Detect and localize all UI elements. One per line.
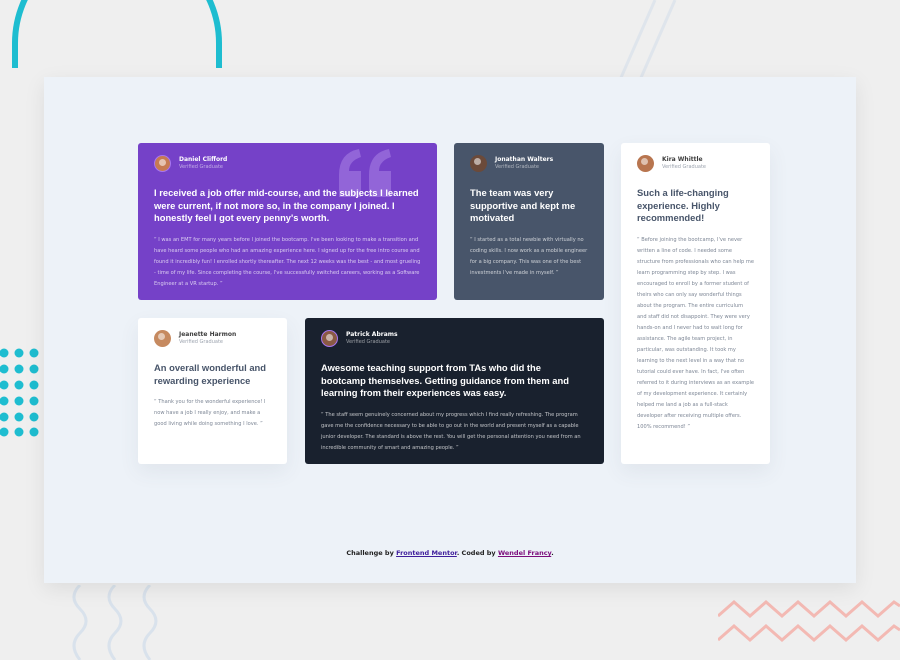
testimonials-panel: Daniel Clifford Verified Graduate I rece… — [44, 77, 856, 583]
attribution-prefix: Challenge by — [346, 549, 394, 557]
author-role: Verified Graduate — [179, 339, 223, 345]
testimonial-card-patrick: Patrick Abrams Verified Graduate Awesome… — [305, 318, 604, 464]
frontend-mentor-link[interactable]: Frontend Mentor — [396, 549, 457, 557]
author-role: Verified Graduate — [179, 164, 223, 170]
author-name: Patrick Abrams — [346, 331, 398, 338]
author-name: Jeanette Harmon — [179, 331, 237, 338]
author-link[interactable]: Wendel Francy — [498, 549, 551, 557]
testimonial-card-kira: Kira Whittle Verified Graduate Such a li… — [621, 143, 770, 464]
testimonial-text: “ I started as a total newbie with virtu… — [470, 236, 588, 276]
testimonial-text: “ Before joining the bootcamp, I've neve… — [637, 236, 754, 430]
testimonial-card-jonathan: Jonathan Walters Verified Graduate The t… — [454, 143, 604, 300]
testimonial-headline: I received a job offer mid-course, and t… — [154, 187, 419, 224]
attribution-suffix: . — [551, 549, 554, 557]
author-name: Daniel Clifford — [179, 156, 228, 163]
testimonial-text: “ I was an EMT for many years before I j… — [154, 236, 421, 287]
testimonial-headline: Such a life-changing experience. Highly … — [637, 187, 729, 224]
attribution-footer: Challenge by Frontend Mentor. Coded by W… — [44, 549, 856, 557]
decorative-arc — [12, 0, 222, 68]
testimonial-headline: Awesome teaching support from TAs who di… — [321, 362, 569, 399]
avatar — [321, 330, 338, 347]
avatar — [470, 155, 487, 172]
author-name: Kira Whittle — [662, 156, 703, 163]
decorative-dots — [0, 348, 39, 437]
decorative-slashes — [618, 0, 677, 80]
testimonial-author: Jeanette Harmon Verified Graduate — [154, 330, 271, 347]
avatar — [154, 330, 171, 347]
testimonial-author: Patrick Abrams Verified Graduate — [321, 330, 588, 347]
avatar — [637, 155, 654, 172]
author-role: Verified Graduate — [346, 339, 390, 345]
author-role: Verified Graduate — [495, 164, 539, 170]
testimonial-text: “ Thank you for the wonderful experience… — [154, 399, 266, 428]
decorative-squiggles — [72, 585, 158, 660]
testimonial-card-jeanette: Jeanette Harmon Verified Graduate An ove… — [138, 318, 287, 464]
testimonial-author: Jonathan Walters Verified Graduate — [470, 155, 588, 172]
avatar — [154, 155, 171, 172]
author-role: Verified Graduate — [662, 164, 706, 170]
testimonial-author: Daniel Clifford Verified Graduate — [154, 155, 421, 172]
attribution-middle: . Coded by — [456, 549, 496, 557]
testimonial-headline: The team was very supportive and kept me… — [470, 187, 576, 224]
decorative-zigzag — [718, 600, 900, 642]
author-name: Jonathan Walters — [495, 156, 554, 163]
testimonial-headline: An overall wonderful and rewarding exper… — [154, 362, 266, 386]
testimonial-text: “ The staff seem genuinely concerned abo… — [321, 411, 581, 451]
testimonial-author: Kira Whittle Verified Graduate — [637, 155, 754, 172]
testimonial-card-daniel: Daniel Clifford Verified Graduate I rece… — [138, 143, 437, 300]
